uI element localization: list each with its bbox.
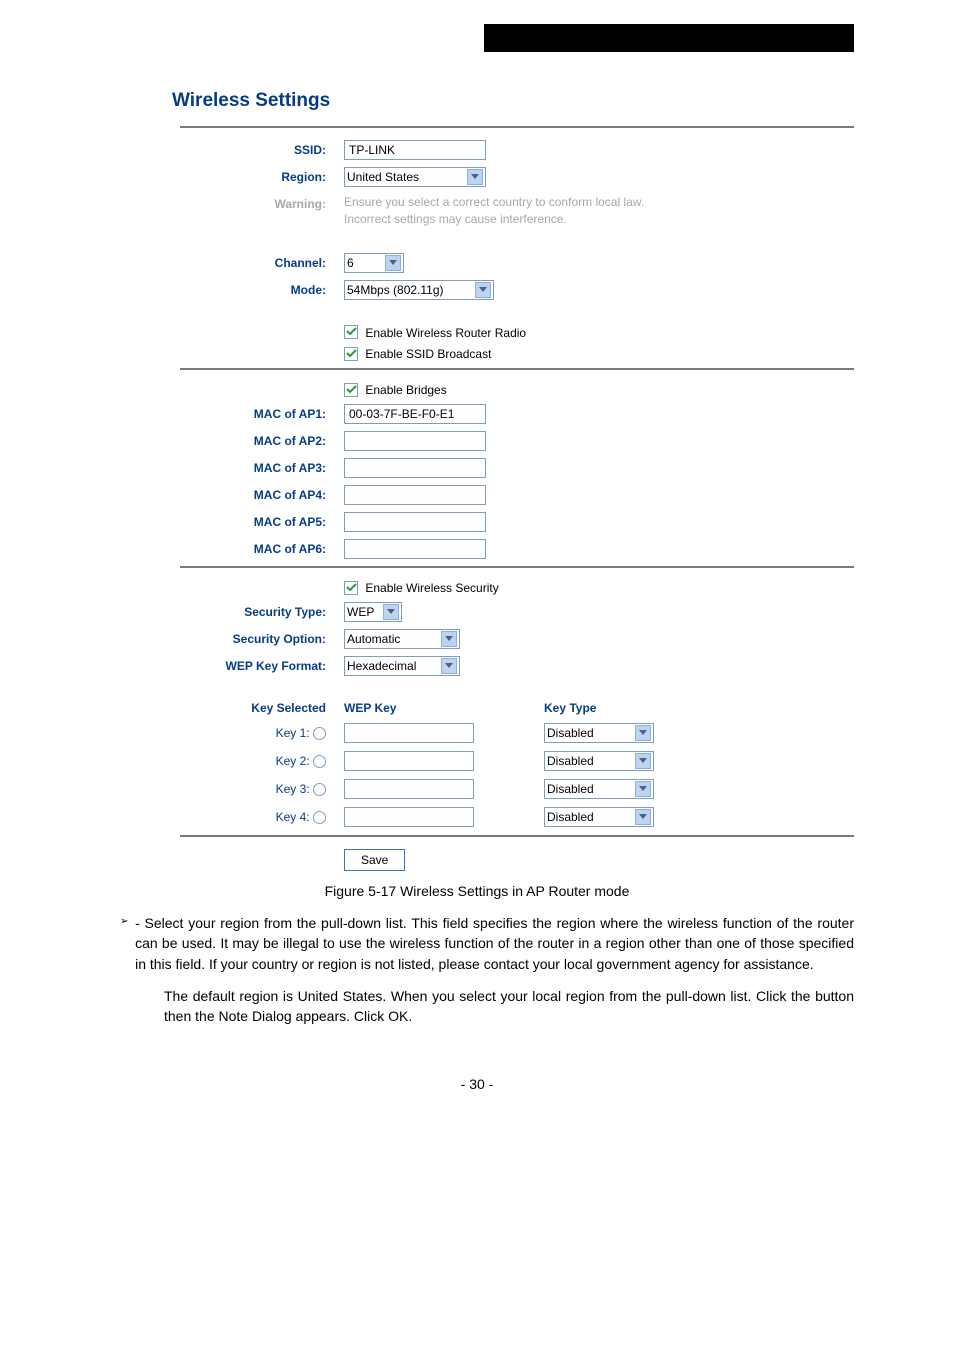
mac-ap2-label: MAC of AP2: xyxy=(100,431,344,448)
key-selected-header: Key Selected xyxy=(100,701,344,715)
region-label: Region: xyxy=(100,167,344,184)
separator xyxy=(180,566,854,568)
security-type-select[interactable]: WEP xyxy=(344,602,402,622)
wepkey-header: WEP Key xyxy=(344,701,544,715)
key2-type-select[interactable]: Disabled xyxy=(544,751,654,771)
key2-input[interactable] xyxy=(344,751,474,771)
default-region-text: The default region is United States. Whe… xyxy=(164,986,854,1027)
region-help-text: - Select your region from the pull-down … xyxy=(135,913,854,974)
channel-value: 6 xyxy=(347,256,354,270)
panel-title: Wireless Settings xyxy=(172,90,854,112)
key2-label: Key 2: xyxy=(276,754,310,768)
chevron-down-icon xyxy=(441,631,457,647)
warning-label: Warning: xyxy=(100,194,344,211)
chevron-down-icon xyxy=(475,282,491,298)
mac-ap1-label: MAC of AP1: xyxy=(100,404,344,421)
mac-ap6-label: MAC of AP6: xyxy=(100,539,344,556)
region-select[interactable]: United States xyxy=(344,167,486,187)
chevron-down-icon xyxy=(383,604,399,620)
key2-radio[interactable] xyxy=(313,755,326,768)
key1-radio[interactable] xyxy=(313,727,326,740)
separator xyxy=(180,835,854,837)
enable-radio-checkbox[interactable] xyxy=(344,325,358,339)
channel-select[interactable]: 6 xyxy=(344,253,404,273)
key1-label: Key 1: xyxy=(276,726,310,740)
mac-ap3-input[interactable] xyxy=(344,458,486,478)
figure-caption: Figure 5-17 Wireless Settings in AP Rout… xyxy=(100,883,854,899)
header-black-bar xyxy=(484,24,854,52)
enable-ssid-label: Enable SSID Broadcast xyxy=(365,347,491,361)
enable-bridges-label: Enable Bridges xyxy=(365,383,446,397)
security-type-label: Security Type: xyxy=(100,602,344,619)
chevron-down-icon xyxy=(635,809,651,825)
mac-ap5-input[interactable] xyxy=(344,512,486,532)
region-value: United States xyxy=(347,170,419,184)
wep-format-label: WEP Key Format: xyxy=(100,656,344,673)
enable-bridges-checkbox[interactable] xyxy=(344,383,358,397)
mac-ap5-label: MAC of AP5: xyxy=(100,512,344,529)
mac-ap1-input[interactable] xyxy=(344,404,486,424)
chevron-down-icon xyxy=(441,658,457,674)
warning-line2: Incorrect settings may cause interferenc… xyxy=(344,211,854,228)
wep-format-select[interactable]: Hexadecimal xyxy=(344,656,460,676)
chevron-down-icon xyxy=(635,781,651,797)
ssid-label: SSID: xyxy=(100,140,344,157)
save-button[interactable]: Save xyxy=(344,849,405,871)
keytype-header: Key Type xyxy=(544,701,684,715)
key4-input[interactable] xyxy=(344,807,474,827)
enable-security-label: Enable Wireless Security xyxy=(365,581,498,595)
chevron-down-icon xyxy=(635,725,651,741)
key4-radio[interactable] xyxy=(313,811,326,824)
mac-ap6-input[interactable] xyxy=(344,539,486,559)
security-option-select[interactable]: Automatic xyxy=(344,629,460,649)
chevron-down-icon xyxy=(385,255,401,271)
key1-input[interactable] xyxy=(344,723,474,743)
mac-ap4-label: MAC of AP4: xyxy=(100,485,344,502)
enable-ssid-checkbox[interactable] xyxy=(344,347,358,361)
key3-input[interactable] xyxy=(344,779,474,799)
mode-value: 54Mbps (802.11g) xyxy=(347,283,444,297)
key4-type-select[interactable]: Disabled xyxy=(544,807,654,827)
chevron-down-icon xyxy=(635,753,651,769)
separator xyxy=(180,368,854,370)
enable-security-checkbox[interactable] xyxy=(344,581,358,595)
channel-label: Channel: xyxy=(100,253,344,270)
ssid-input[interactable] xyxy=(344,140,486,160)
mac-ap2-input[interactable] xyxy=(344,431,486,451)
warning-line1: Ensure you select a correct country to c… xyxy=(344,194,854,211)
separator xyxy=(180,126,854,128)
key4-label: Key 4: xyxy=(276,810,310,824)
mode-label: Mode: xyxy=(100,280,344,297)
mac-ap3-label: MAC of AP3: xyxy=(100,458,344,475)
chevron-down-icon xyxy=(467,169,483,185)
mode-select[interactable]: 54Mbps (802.11g) xyxy=(344,280,494,300)
key3-radio[interactable] xyxy=(313,783,326,796)
key3-label: Key 3: xyxy=(276,782,310,796)
mac-ap4-input[interactable] xyxy=(344,485,486,505)
page-number: - 30 - xyxy=(100,1076,854,1092)
enable-radio-label: Enable Wireless Router Radio xyxy=(365,325,526,339)
security-option-label: Security Option: xyxy=(100,629,344,646)
bullet-icon: ➢ xyxy=(100,913,135,927)
key1-type-select[interactable]: Disabled xyxy=(544,723,654,743)
key3-type-select[interactable]: Disabled xyxy=(544,779,654,799)
